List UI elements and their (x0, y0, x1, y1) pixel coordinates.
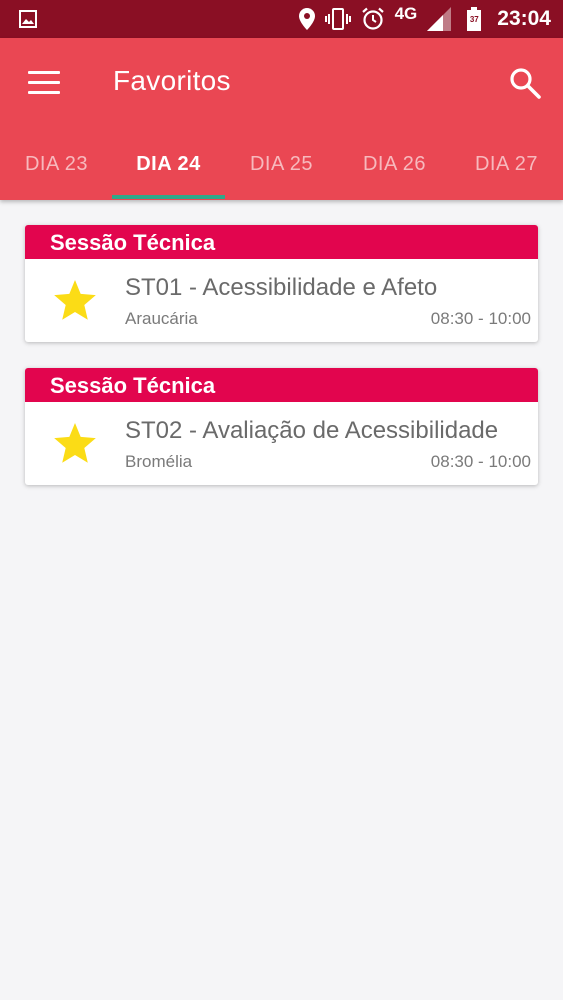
session-title: ST02 - Avaliação de Acessibilidade (125, 417, 499, 444)
session-category: Sessão Técnica (25, 368, 538, 402)
page-title: Favoritos (113, 65, 231, 96)
clock: 23:04 (497, 7, 551, 30)
session-title: ST01 - Acessibilidade e Afeto (125, 274, 438, 301)
tab-indicator (112, 195, 225, 199)
session-room: Bromélia (125, 452, 193, 471)
tab-dia-27[interactable]: DIA 27 (450, 138, 563, 200)
status-bar: 4G 37 23:04 (0, 0, 563, 38)
network-type: 4G (394, 4, 418, 23)
location-icon (298, 8, 315, 30)
tab-dia-25[interactable]: DIA 25 (225, 138, 338, 200)
day-tabs: DIA 23 DIA 24 DIA 25 DIA 26 DIA 27 (0, 138, 563, 200)
vibrate-icon (324, 8, 351, 30)
search-icon[interactable] (508, 66, 542, 100)
session-time: 08:30 - 10:00 (430, 309, 531, 328)
tab-dia-26[interactable]: DIA 26 (338, 138, 451, 200)
session-card-st01[interactable]: Sessão Técnica ST01 - Acessibilidade e A… (25, 225, 538, 342)
menu-icon[interactable] (28, 71, 60, 95)
star-icon[interactable] (53, 423, 97, 465)
battery-level: 37 (469, 15, 479, 24)
tab-dia-23[interactable]: DIA 23 (0, 138, 113, 200)
session-category: Sessão Técnica (25, 225, 538, 259)
signal-icon (427, 7, 452, 31)
session-card-st02[interactable]: Sessão Técnica ST02 - Avaliação de Acess… (25, 368, 538, 485)
session-time: 08:30 - 10:00 (430, 452, 531, 471)
alarm-icon (361, 7, 384, 30)
session-room: Araucária (125, 309, 198, 328)
tab-dia-24[interactable]: DIA 24 (112, 138, 225, 200)
battery-icon: 37 (467, 7, 482, 31)
star-icon[interactable] (53, 280, 97, 322)
gallery-icon (19, 10, 37, 28)
app-bar: Favoritos DIA 23 DIA 24 DIA 25 DIA 26 DI… (0, 38, 563, 200)
